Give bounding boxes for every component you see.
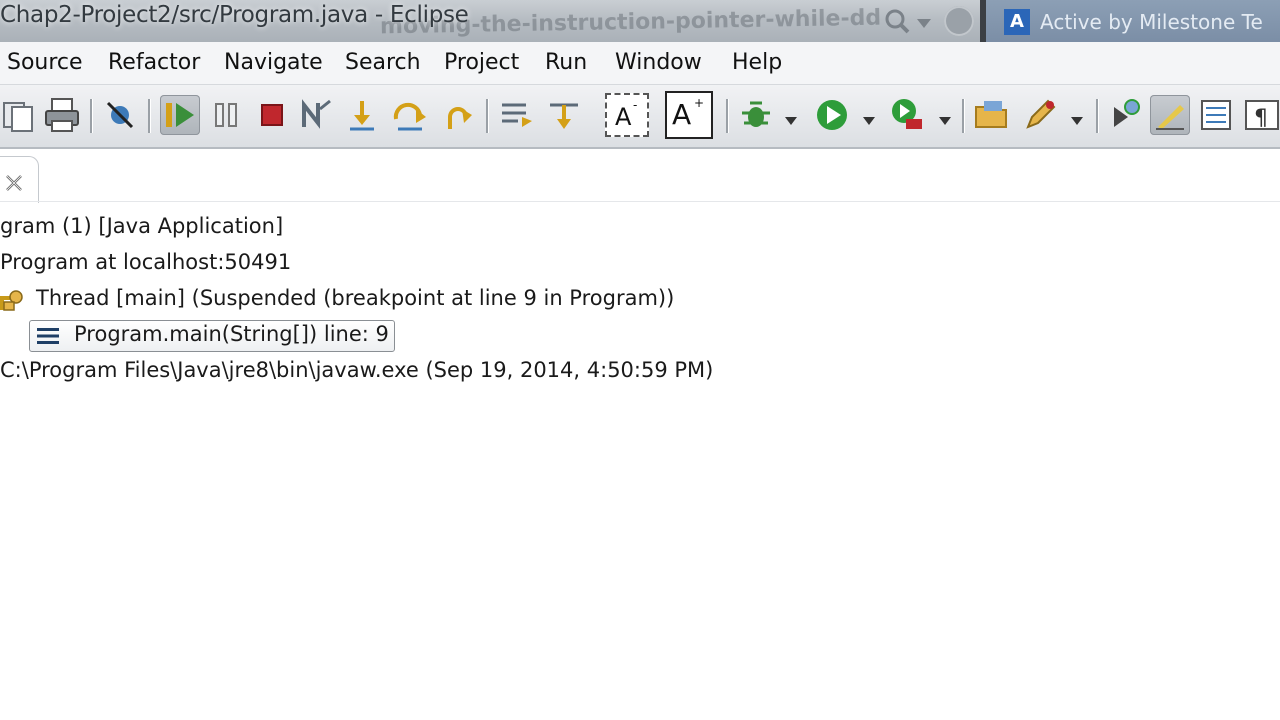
step-into-icon[interactable]	[342, 95, 382, 135]
app-logo-icon: A	[1004, 9, 1030, 35]
taskbar-item[interactable]: A Active by Milestone Te	[986, 0, 1280, 42]
block-selection-icon[interactable]	[1196, 95, 1236, 135]
run-icon[interactable]	[812, 95, 852, 135]
skip-breakpoints-icon[interactable]	[100, 95, 140, 135]
menu-refactor[interactable]: Refactor	[108, 50, 200, 75]
launch-node[interactable]: gram (1) [Java Application]	[0, 214, 283, 238]
use-step-filters-icon[interactable]	[544, 95, 584, 135]
drop-to-frame-icon[interactable]	[498, 95, 538, 135]
view-divider	[0, 201, 1280, 202]
chevron-down-icon[interactable]	[1070, 111, 1084, 125]
toolbar-separator	[148, 99, 150, 133]
menu-help[interactable]: Help	[732, 50, 782, 75]
taskbar-item-label: Active by Milestone Te	[1040, 10, 1263, 34]
thread-node[interactable]: Thread [main] (Suspended (breakpoint at …	[36, 286, 674, 310]
chevron-down-icon[interactable]	[938, 111, 952, 125]
chevron-down-icon[interactable]	[784, 111, 798, 125]
debug-target-node[interactable]: Program at localhost:50491	[0, 250, 291, 274]
step-over-icon[interactable]	[390, 95, 430, 135]
menu-search[interactable]: Search	[345, 50, 421, 75]
svg-text:A: A	[672, 98, 691, 131]
menu-bar: Source Refactor Navigate Search Project …	[0, 42, 1280, 85]
show-whitespace-icon[interactable]: ¶	[1242, 95, 1280, 135]
toolbar-separator	[486, 99, 488, 133]
process-node[interactable]: C:\Program Files\Java\jre8\bin\javaw.exe…	[0, 358, 713, 382]
stack-frame-icon	[36, 326, 60, 346]
debug-view-tab[interactable]	[0, 156, 39, 203]
main-toolbar: A- A + ¶	[0, 85, 1280, 149]
svg-text:+: +	[694, 96, 704, 110]
svg-text:¶: ¶	[1254, 106, 1268, 131]
run-last-tool-icon[interactable]	[1106, 95, 1146, 135]
svg-text:A: A	[615, 103, 632, 131]
toolbar-separator	[1096, 99, 1098, 133]
toolbar-separator	[962, 99, 964, 133]
resume-icon[interactable]	[160, 95, 200, 135]
debug-bug-icon[interactable]	[736, 95, 776, 135]
pen-tool-icon[interactable]	[1020, 95, 1060, 135]
window-title: Chap2-Project2/src/Program.java - Eclips…	[0, 2, 469, 28]
menu-source[interactable]: Source	[7, 50, 83, 75]
menu-project[interactable]: Project	[444, 50, 519, 75]
window-title-bar: moving-the-instruction-pointer-while-dd …	[0, 0, 1280, 42]
close-icon[interactable]	[2, 171, 26, 195]
search-icon[interactable]	[884, 8, 910, 34]
thread-suspended-icon	[0, 288, 26, 314]
menu-window[interactable]: Window	[615, 50, 702, 75]
toggle-font-smaller-icon[interactable]: A-	[605, 93, 649, 137]
menu-run[interactable]: Run	[545, 50, 587, 75]
chevron-down-icon[interactable]	[862, 111, 876, 125]
toolbar-separator	[726, 99, 728, 133]
mark-occurrences-icon[interactable]	[1150, 95, 1190, 135]
print-icon[interactable]	[42, 95, 82, 135]
stack-frame-label: Program.main(String[]) line: 9	[74, 322, 389, 346]
menu-navigate[interactable]: Navigate	[224, 50, 323, 75]
open-folder-icon[interactable]	[972, 95, 1012, 135]
suspend-icon[interactable]	[206, 95, 246, 135]
window-control-button[interactable]	[944, 6, 974, 36]
chevron-down-icon[interactable]	[916, 14, 932, 28]
step-return-icon[interactable]	[440, 95, 480, 135]
copy-icon[interactable]	[0, 95, 40, 135]
svg-text:-: -	[633, 98, 637, 112]
disconnect-icon[interactable]	[296, 95, 336, 135]
external-tools-icon[interactable]	[888, 95, 928, 135]
toggle-font-larger-icon[interactable]: A +	[665, 91, 713, 139]
toolbar-separator	[90, 99, 92, 133]
terminate-icon[interactable]	[252, 95, 292, 135]
